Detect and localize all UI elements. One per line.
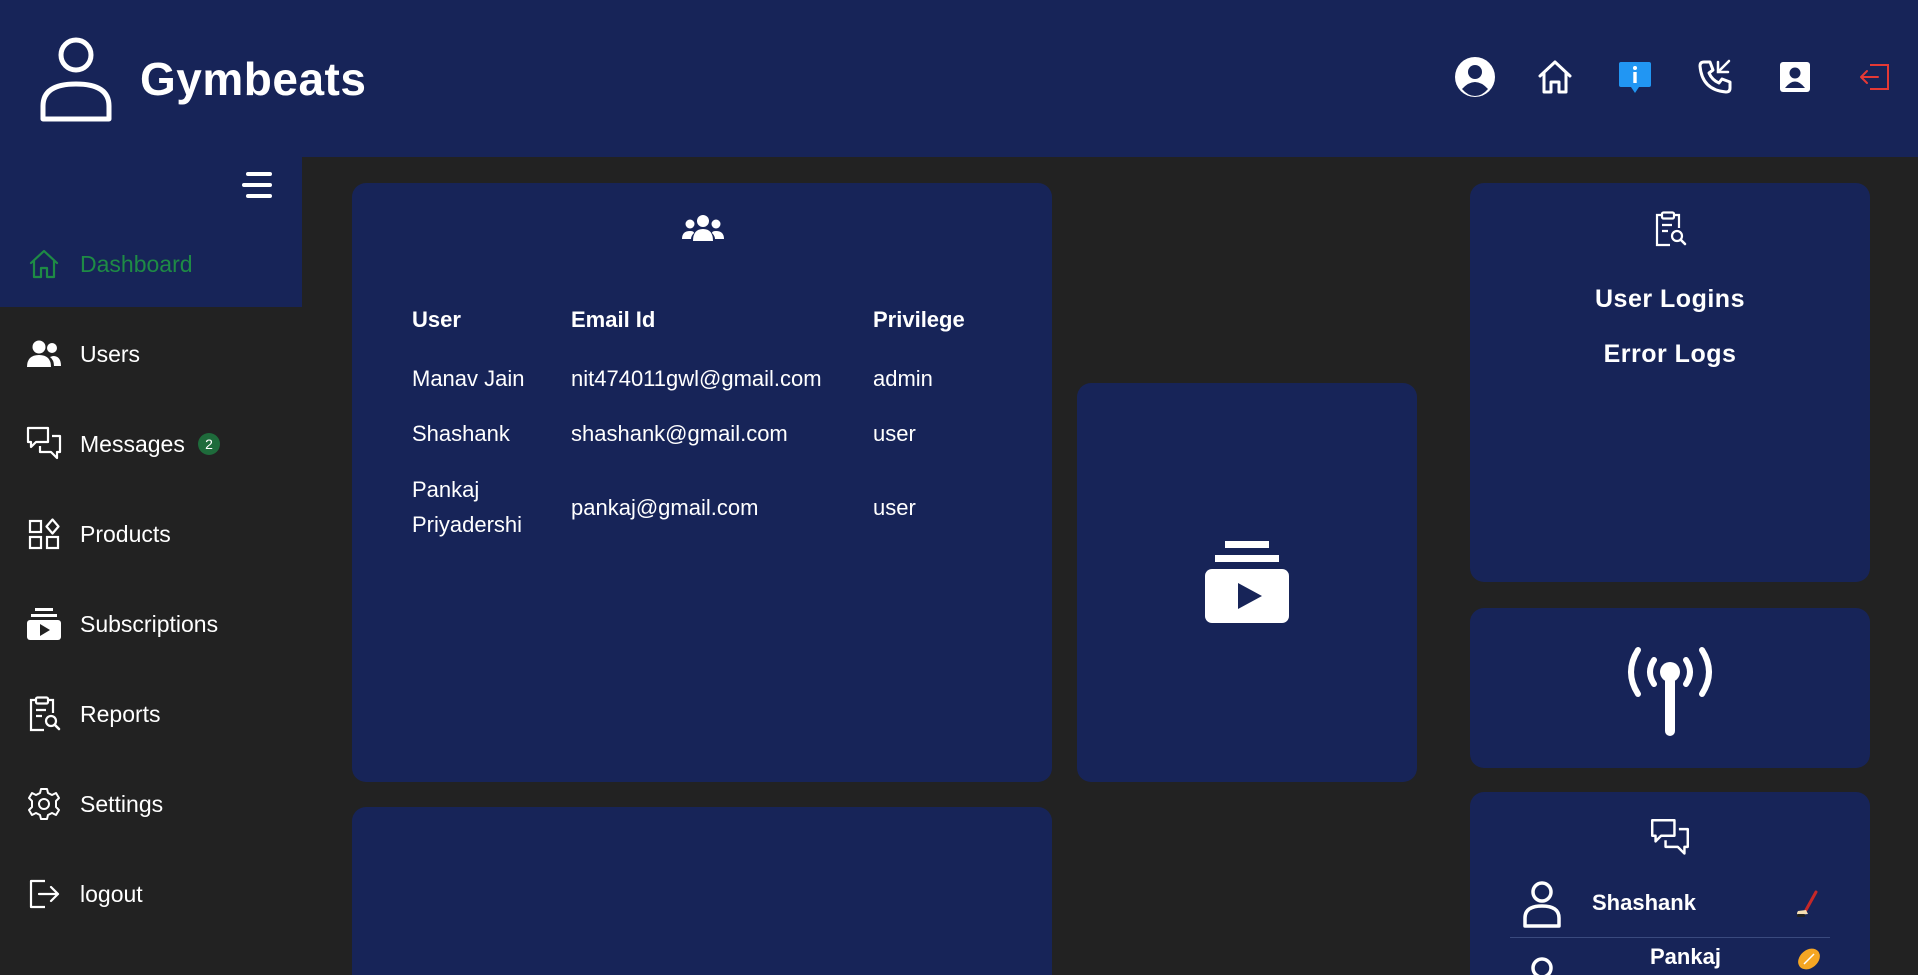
sidebar-item-reports[interactable]: Reports [0,684,302,744]
rugby-ball-icon [1798,948,1820,970]
broadcast-card[interactable] [1470,608,1870,768]
reports-icon [26,696,62,732]
table-row[interactable]: Pankaj Priyadershi pankaj@gmail.com user [412,461,965,553]
hockey-icon [1797,890,1818,917]
sidebar-item-label: Dashboard [80,250,193,277]
sidebar-item-label: Users [80,340,141,367]
messages-icon [26,426,62,462]
sidebar-item-products[interactable]: Products [0,504,302,564]
sidebar-item-label: Products [80,520,171,547]
table-row[interactable]: Shashank shashank@gmail.com user [412,406,965,461]
settings-icon [26,786,62,822]
user-logins-link[interactable]: User Logins [1470,285,1870,314]
subscriptions-icon [1205,541,1289,623]
sidebar-item-subscriptions[interactable]: Subscriptions [0,594,302,654]
logout-icon [26,876,62,912]
email-cell: shashank@gmail.com [571,421,788,446]
subscriptions-icon [26,606,62,642]
logs-card: User Logins Error Logs [1470,183,1870,582]
home-icon[interactable] [1532,54,1578,100]
user-name-cell: Shashank [412,421,510,446]
chat-item[interactable]: Pankaj [1510,942,1830,975]
column-header-privilege: Privilege [873,307,965,332]
table-row[interactable]: Manav Jain nit474011gwl@gmail.com admin [412,351,965,406]
sidebar-item-label: logout [80,880,143,907]
email-cell: nit474011gwl@gmail.com [571,366,822,391]
column-header-email: Email Id [571,307,656,332]
logout-icon[interactable] [1852,54,1898,100]
broadcast-antenna-icon [1628,647,1712,736]
privilege-cell: admin [873,366,933,391]
reports-icon [1655,211,1687,247]
sidebar-item-users[interactable]: Users [0,324,302,384]
users-icon [26,336,62,372]
account-circle-icon[interactable] [1452,54,1498,100]
phone-icon[interactable] [1692,54,1738,100]
subscriptions-card[interactable] [1077,383,1417,782]
chat-item[interactable]: Shashank [1510,878,1830,934]
user-avatar-icon [1523,881,1561,928]
user-avatar-icon [1531,957,1553,975]
sidebar-item-label: Subscriptions [80,610,219,637]
messages-count-badge: 2 [198,433,220,455]
privilege-cell: user [873,494,916,520]
sidebar-item-label: Settings [80,790,164,817]
column-header-user: User [412,307,461,332]
sidebar-item-logout[interactable]: logout [0,864,302,924]
sidebar-item-dashboard[interactable]: Dashboard [0,234,302,294]
users-table: User Email Id Privilege Manav Jain nit47… [412,307,965,553]
home-icon [26,246,62,282]
products-icon [26,516,62,552]
table-header-row: User Email Id Privilege [412,307,965,351]
user-name-line: Pankaj [412,477,480,502]
user-name-cell: Manav Jain [412,366,525,391]
app-title: Gymbeats [140,53,367,105]
users-card: User Email Id Privilege Manav Jain nit47… [352,183,1052,782]
user-name-line: Priyadershi [412,512,523,537]
error-logs-link[interactable]: Error Logs [1470,340,1870,369]
user-avatar-icon [40,37,112,122]
sidebar-item-settings[interactable]: Settings [0,774,302,834]
sidebar-item-label: Reports [80,700,161,727]
chat-user-name: Pankaj [1650,944,1721,969]
messages-icon [1651,819,1689,855]
sidebar-item-messages[interactable]: Messages 2 [0,414,302,474]
top-header: Gymbeats [0,0,1918,157]
email-cell: pankaj@gmail.com [571,494,759,520]
sidebar-item-label: Messages [80,430,185,457]
info-icon[interactable] [1612,54,1658,100]
user-name-cell: Pankaj Priyadershi [412,461,571,553]
contact-card-icon[interactable] [1772,54,1818,100]
chat-user-name: Shashank [1592,890,1696,915]
privilege-cell: user [873,421,916,446]
chat-divider [1510,937,1830,938]
users-group-icon [682,215,724,241]
menu-toggle-icon[interactable] [238,172,272,202]
chats-card: Shashank Pankaj [1470,792,1870,975]
bottom-card [352,807,1052,975]
